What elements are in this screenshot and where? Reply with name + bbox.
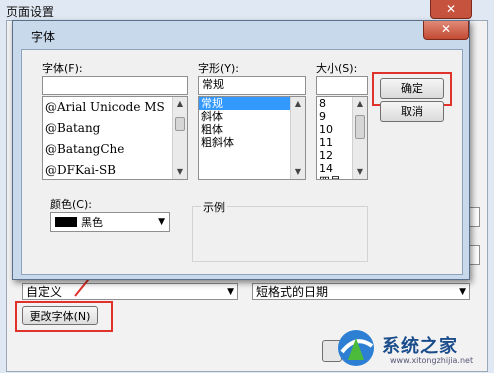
font-list[interactable]: @Arial Unicode MS @Batang @BatangChe @DFKai…	[42, 96, 188, 180]
scroll-down-icon[interactable]: ▼	[291, 165, 305, 179]
scroll-down-icon[interactable]: ▼	[173, 165, 187, 179]
scroll-down-icon[interactable]: ▼	[353, 165, 367, 179]
list-item[interactable]: @DFKai-SB	[43, 160, 187, 179]
size-list-scrollbar[interactable]: ▲ ▼	[352, 97, 367, 179]
watermark-text: 系统之家	[382, 336, 458, 357]
style-list[interactable]: 常规 斜体 粗体 粗斜体 ▲ ▼	[198, 96, 306, 180]
size-input[interactable]	[316, 76, 368, 95]
cancel-button[interactable]: 取消	[380, 101, 444, 122]
chevron-down-icon: ▼	[158, 217, 165, 227]
size-label: 大小(S):	[316, 62, 358, 75]
font-list-scrollbar[interactable]: ▲ ▼	[172, 97, 187, 179]
style-label: 字形(Y):	[198, 62, 240, 75]
style-list-scrollbar[interactable]: ▲ ▼	[290, 97, 305, 179]
sample-group: 示例	[192, 199, 368, 262]
size-list[interactable]: 8910111214四号 ▲ ▼	[316, 96, 368, 180]
color-label: 颜色(C):	[50, 198, 92, 211]
scroll-up-icon[interactable]: ▲	[353, 97, 367, 111]
font-input[interactable]	[42, 76, 188, 95]
sample-label: 示例	[201, 199, 227, 215]
color-swatch	[55, 217, 77, 227]
scroll-thumb[interactable]	[175, 117, 185, 131]
site-watermark: 系统之家 www.xitongzhijia.net	[330, 324, 490, 370]
font-label: 字体(F):	[42, 62, 83, 75]
watermark-url: www.xitongzhijia.net	[390, 356, 474, 365]
scroll-up-icon[interactable]: ▲	[173, 97, 187, 111]
color-select-value: 黑色	[81, 216, 103, 229]
list-item[interactable]: @BatangChe	[43, 139, 187, 160]
font-dialog: 字体 ✕ 字体(F): @Arial Unicode MS @Batang @Bat…	[12, 20, 470, 280]
list-item[interactable]: @Arial Unicode MS	[43, 97, 187, 118]
list-item[interactable]: @Batang	[43, 118, 187, 139]
watermark-logo-icon	[338, 330, 374, 366]
color-select[interactable]: 黑色 ▼	[50, 212, 170, 232]
font-dialog-body: 字体(F): @Arial Unicode MS @Batang @BatangCh…	[21, 49, 463, 275]
style-input[interactable]: 常规	[198, 76, 306, 95]
scroll-thumb[interactable]	[355, 115, 365, 139]
scroll-up-icon[interactable]: ▲	[291, 97, 305, 111]
font-dialog-title: 字体	[31, 30, 56, 44]
font-dialog-close-button[interactable]: ✕	[423, 21, 469, 40]
